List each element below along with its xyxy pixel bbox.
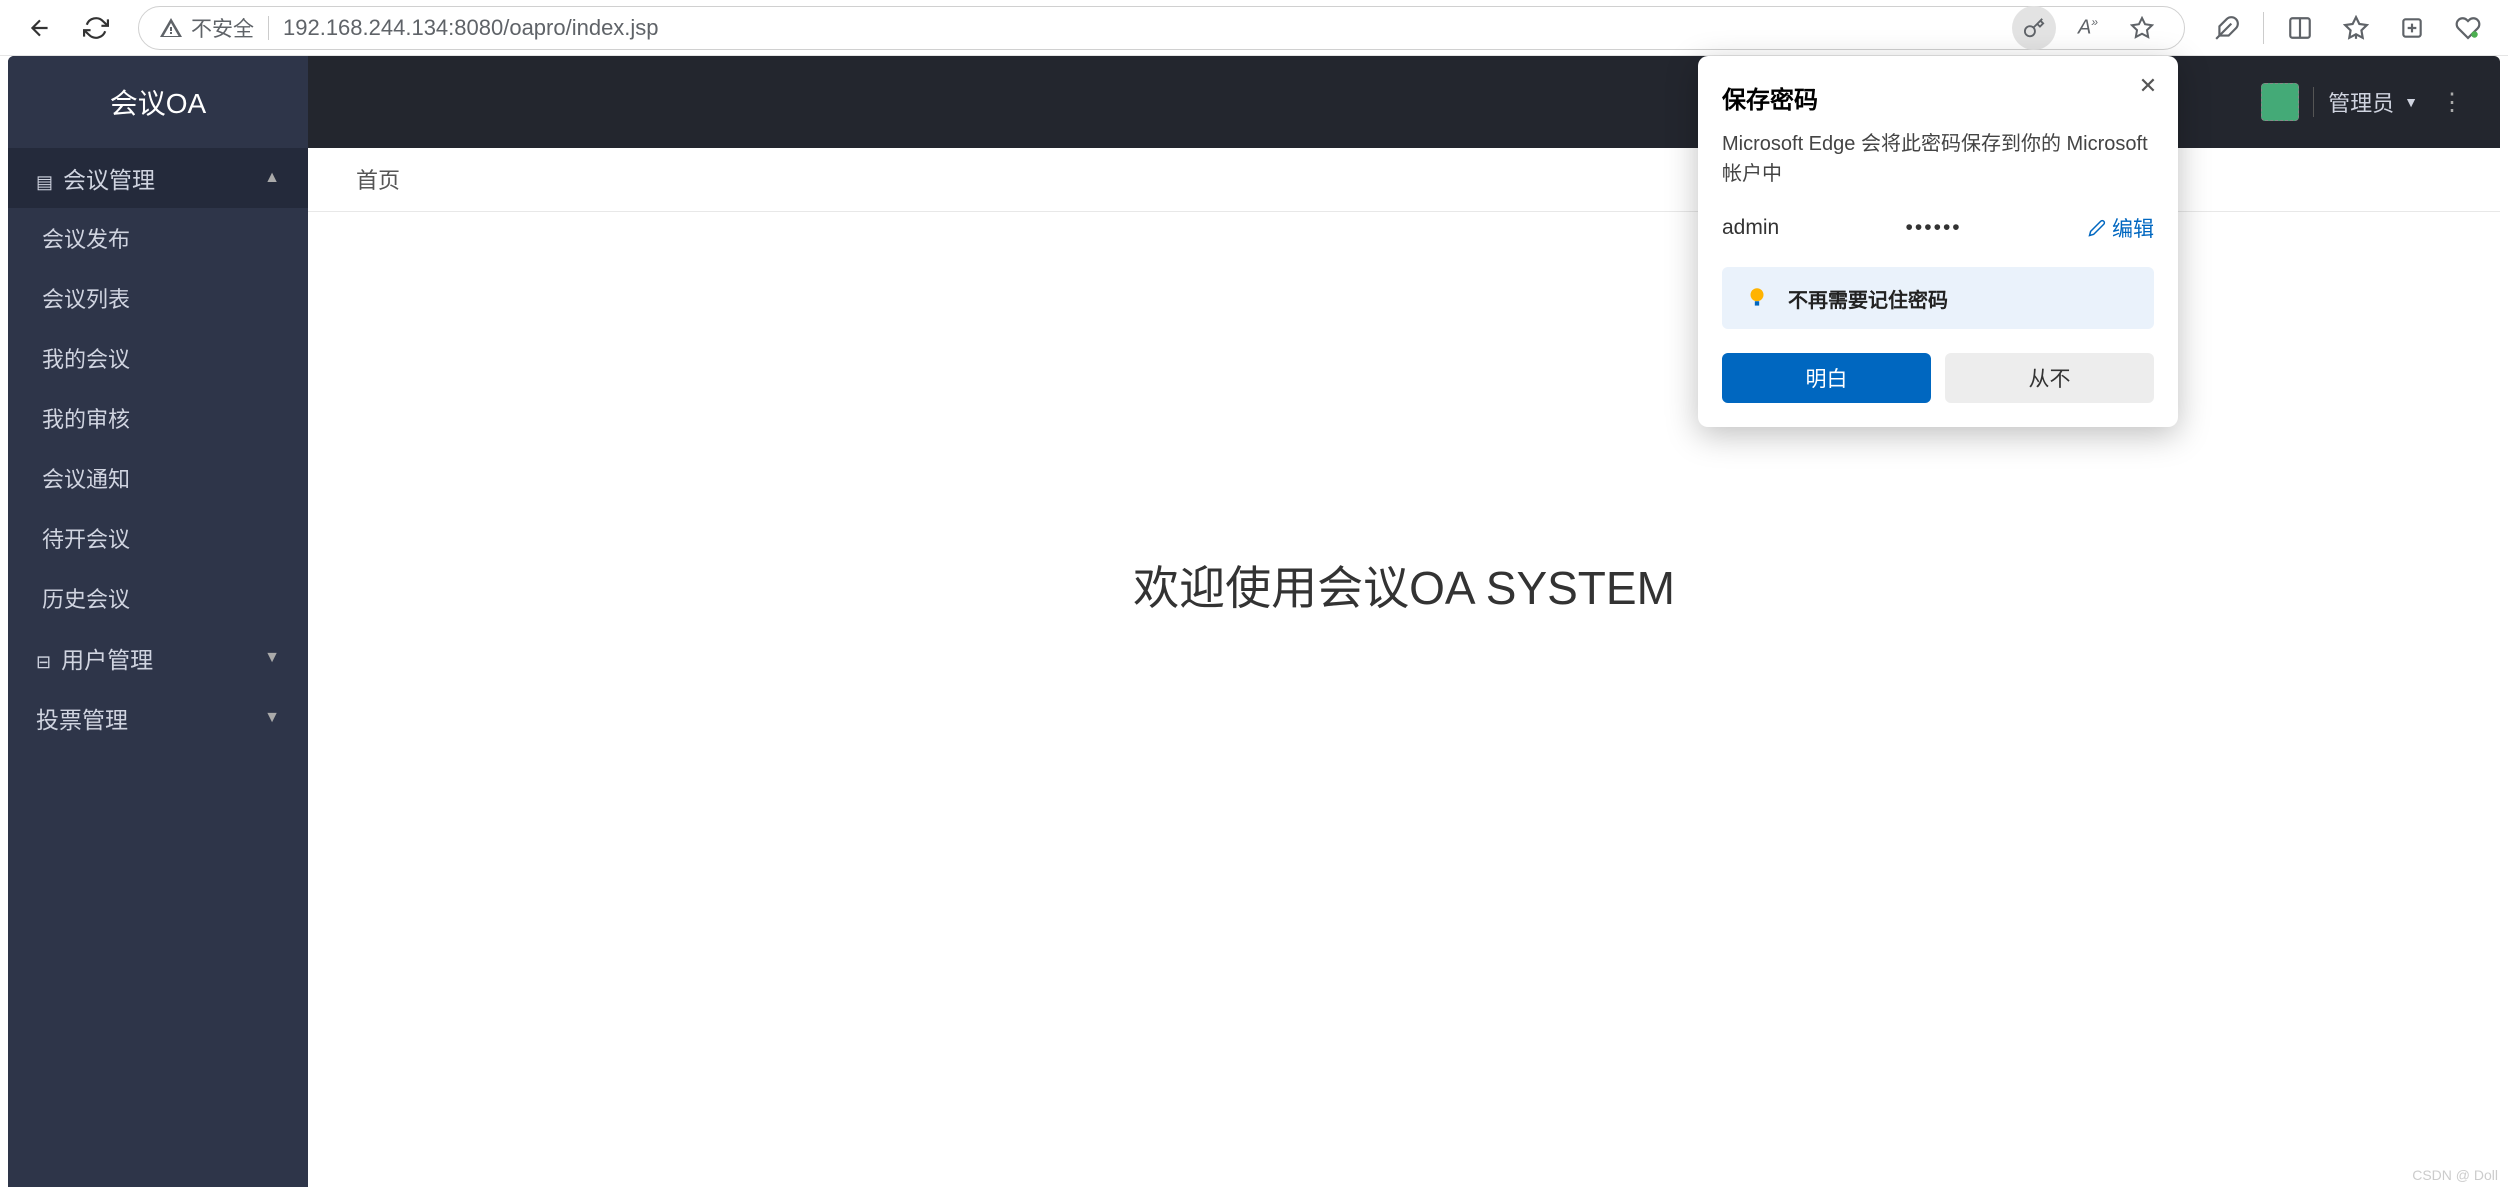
lightbulb-icon: [1742, 283, 1772, 313]
ok-button[interactable]: 明白: [1722, 353, 1931, 403]
topbar-divider: [2313, 87, 2314, 117]
extensions-icon[interactable]: [2203, 4, 2251, 52]
tab-home[interactable]: 首页: [328, 148, 428, 212]
sidebar-item-notify[interactable]: 会议通知: [8, 448, 308, 508]
sidebar-section-user[interactable]: ⊟ 用户管理 ▼: [8, 628, 308, 688]
popup-info-text: 不再需要记住密码: [1788, 284, 1948, 313]
performance-icon[interactable]: [2444, 4, 2492, 52]
chevron-up-icon: ▲: [264, 169, 280, 187]
brand: 会议OA: [8, 56, 308, 148]
sidebar-item-history[interactable]: 历史会议: [8, 568, 308, 628]
sidebar-item-list[interactable]: 会议列表: [8, 268, 308, 328]
edit-button[interactable]: 编辑: [2088, 213, 2154, 243]
cart-icon: ⊟: [36, 652, 51, 672]
pencil-icon: [2088, 219, 2106, 237]
welcome-heading: 欢迎使用会议OA SYSTEM: [1133, 552, 1675, 618]
read-aloud-icon[interactable]: A»: [2066, 6, 2110, 50]
back-button[interactable]: [16, 4, 64, 52]
url-bar[interactable]: 不安全 192.168.244.134:8080/oapro/index.jsp…: [138, 6, 2185, 50]
warning-icon: [159, 16, 183, 40]
popup-title: 保存密码: [1722, 80, 2154, 115]
sidebar-item-pending[interactable]: 待开会议: [8, 508, 308, 568]
sidebar-item-mine[interactable]: 我的会议: [8, 328, 308, 388]
username-label: 管理员: [2328, 86, 2394, 118]
insecure-indicator[interactable]: 不安全: [159, 13, 254, 43]
chevron-down-icon: ▼: [264, 649, 280, 667]
favorite-icon[interactable]: [2120, 6, 2164, 50]
never-button[interactable]: 从不: [1945, 353, 2154, 403]
document-icon: ▤: [36, 172, 53, 192]
section-label: 会议管理: [63, 167, 155, 193]
sidebar-section-vote[interactable]: 投票管理 ▼: [8, 688, 308, 748]
watermark: CSDN @ Doll: [2412, 1167, 2498, 1183]
more-icon[interactable]: ⋮: [2432, 88, 2472, 117]
chevron-down-icon: ▼: [264, 709, 280, 727]
sidebar-item-publish[interactable]: 会议发布: [8, 208, 308, 268]
avatar[interactable]: [2261, 83, 2299, 121]
split-screen-icon[interactable]: [2276, 4, 2324, 52]
key-icon[interactable]: [2012, 6, 2056, 50]
popup-password: ••••••: [1906, 216, 1962, 240]
section-label: 投票管理: [36, 707, 128, 733]
popup-description: Microsoft Edge 会将此密码保存到你的 Microsoft 帐户中: [1722, 129, 2154, 189]
chevron-down-icon: ▼: [2404, 94, 2418, 110]
username-dropdown[interactable]: 管理员 ▼: [2328, 86, 2418, 118]
url-divider: [268, 16, 269, 40]
favorites-bar-icon[interactable]: [2332, 4, 2380, 52]
section-label: 用户管理: [61, 647, 153, 673]
popup-info[interactable]: 不再需要记住密码: [1722, 267, 2154, 329]
sidebar: 会议OA ▤ 会议管理 ▲ 会议发布 会议列表 我的会议 我的审核 会议通知 待开…: [8, 56, 308, 1187]
sidebar-section-meeting[interactable]: ▤ 会议管理 ▲: [8, 148, 308, 208]
ext-divider: [2263, 12, 2264, 44]
refresh-button[interactable]: [72, 4, 120, 52]
url-text: 192.168.244.134:8080/oapro/index.jsp: [283, 15, 1998, 41]
edit-label: 编辑: [2112, 213, 2154, 243]
insecure-label: 不安全: [191, 13, 254, 43]
close-icon[interactable]: ✕: [2134, 72, 2162, 100]
collections-icon[interactable]: [2388, 4, 2436, 52]
sidebar-item-review[interactable]: 我的审核: [8, 388, 308, 448]
save-password-popup: ✕ 保存密码 Microsoft Edge 会将此密码保存到你的 Microso…: [1698, 56, 2178, 427]
popup-username: admin: [1722, 216, 1779, 240]
